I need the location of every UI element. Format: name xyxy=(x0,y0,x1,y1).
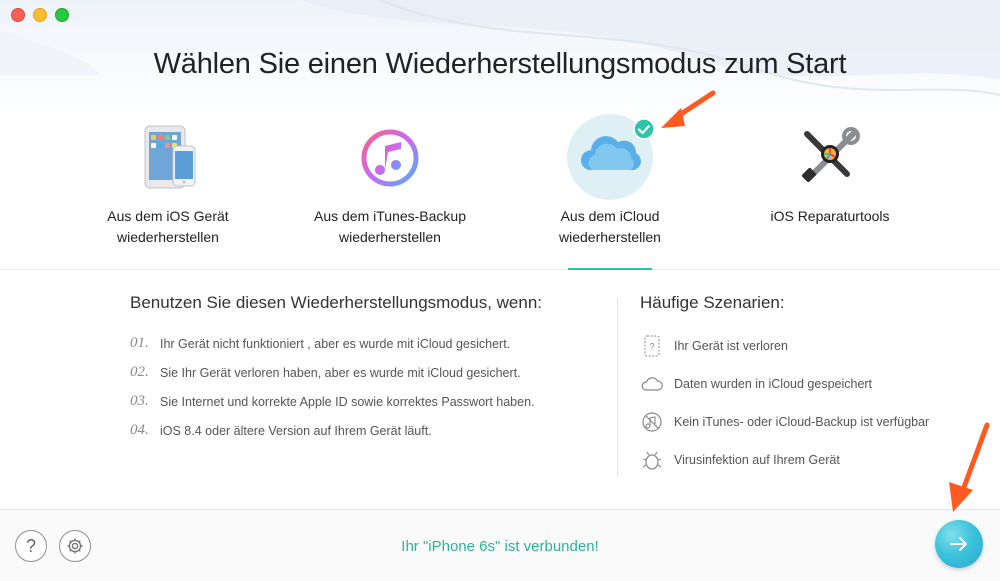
svg-text:?: ? xyxy=(649,342,654,352)
scenario-text: Kein iTunes- oder iCloud-Backup ist verf… xyxy=(674,415,930,429)
mode-icloud-label-1: Aus dem iCloud xyxy=(560,208,660,224)
scenario-text: Ihr Gerät ist verloren xyxy=(674,339,788,353)
selected-check-icon xyxy=(633,118,655,140)
no-backup-icon xyxy=(640,410,664,434)
selected-mode-indicator xyxy=(568,268,652,270)
mode-repair-tools-label-1: iOS Reparaturtools xyxy=(770,208,890,224)
scenario-text: Virusinfektion auf Ihrem Gerät xyxy=(674,453,840,467)
usage-heading: Benutzen Sie diesen Wiederherstellungsmo… xyxy=(130,293,543,312)
window-zoom-button[interactable] xyxy=(55,8,69,22)
usage-panel: Benutzen Sie diesen Wiederherstellungsmo… xyxy=(130,293,600,445)
usage-item: 03. Sie Internet und korrekte Apple ID s… xyxy=(130,387,600,416)
app-window: Wählen Sie einen Wiederherstellungsmodus… xyxy=(0,0,1000,581)
connection-status: Ihr "iPhone 6s" ist verbunden! xyxy=(401,538,599,555)
usage-item-number: 01. xyxy=(130,335,149,351)
scenario-text: Daten wurden in iCloud gespeichert xyxy=(674,377,873,391)
page-title: Wählen Sie einen Wiederherstellungsmodus… xyxy=(153,48,847,80)
usage-item-text: Sie Internet und korrekte Apple ID sowie… xyxy=(160,394,535,409)
usage-item-number: 03. xyxy=(130,393,149,409)
usage-item-text: Ihr Gerät nicht funktioniert , aber es w… xyxy=(160,336,511,351)
ios-devices-icon xyxy=(123,112,213,202)
bug-icon xyxy=(640,448,664,472)
mode-ios-device-label-2: wiederherstellen xyxy=(117,229,219,245)
itunes-icon xyxy=(345,112,435,202)
scenario-item: Virusinfektion auf Ihrem Gerät xyxy=(640,441,990,479)
usage-item: 04. iOS 8.4 oder ältere Version auf Ihre… xyxy=(130,416,600,445)
usage-item-number: 04. xyxy=(130,422,149,438)
usage-item-text: iOS 8.4 oder ältere Version auf Ihrem Ge… xyxy=(160,423,432,438)
usage-item-text: Sie Ihr Gerät verloren haben, aber es wu… xyxy=(160,365,521,380)
mode-ios-device-label-1: Aus dem iOS Gerät xyxy=(107,208,229,224)
mode-repair-tools[interactable]: iOS Reparaturtools xyxy=(720,112,940,227)
repair-tools-icon xyxy=(785,112,875,202)
mode-itunes-backup-label-1: Aus dem iTunes-Backup xyxy=(314,208,466,224)
modes-divider xyxy=(0,269,1000,270)
icloud-icon xyxy=(565,112,655,202)
mode-itunes-backup-label-2: wiederherstellen xyxy=(339,229,441,245)
lost-phone-icon: ? xyxy=(640,334,664,358)
recovery-mode-list: Aus dem iOS Gerät wiederherstellen Aus d… xyxy=(0,112,1000,272)
scenarios-panel: Häufige Szenarien: ? Ihr Gerät ist verlo… xyxy=(640,293,990,479)
mode-itunes-backup[interactable]: Aus dem iTunes-Backup wiederherstellen xyxy=(280,112,500,248)
window-close-button[interactable] xyxy=(11,8,25,22)
usage-item: 02. Sie Ihr Gerät verloren haben, aber e… xyxy=(130,358,600,387)
cloud-icon xyxy=(640,372,664,396)
usage-item-number: 02. xyxy=(130,364,149,380)
usage-item: 01. Ihr Gerät nicht funktioniert , aber … xyxy=(130,329,600,358)
panel-divider xyxy=(617,298,618,476)
window-minimize-button[interactable] xyxy=(33,8,47,22)
scenario-item: Kein iTunes- oder iCloud-Backup ist verf… xyxy=(640,403,990,441)
scenario-item: ? Ihr Gerät ist verloren xyxy=(640,327,990,365)
scenarios-heading: Häufige Szenarien: xyxy=(640,293,785,312)
scenario-item: Daten wurden in iCloud gespeichert xyxy=(640,365,990,403)
mode-icloud-label-2: wiederherstellen xyxy=(559,229,661,245)
mode-ios-device[interactable]: Aus dem iOS Gerät wiederherstellen xyxy=(58,112,278,248)
mode-icloud[interactable]: Aus dem iCloud wiederherstellen xyxy=(500,112,720,248)
arrow-right-icon xyxy=(950,537,967,551)
next-button[interactable] xyxy=(935,520,983,568)
window-controls xyxy=(11,8,69,22)
